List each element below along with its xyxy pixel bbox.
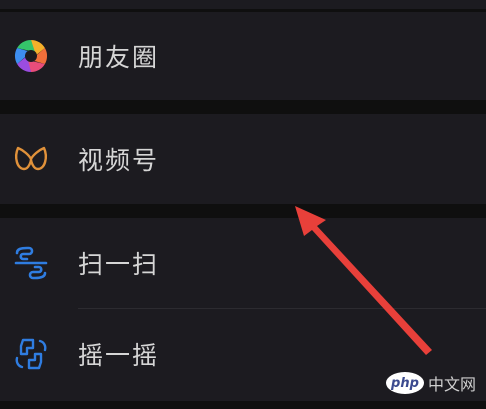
annotation-arrow <box>295 206 432 355</box>
watermark-logo: php <box>385 372 424 394</box>
watermark-text: 中文网 <box>427 375 476 394</box>
watermark: php 中文网 <box>385 371 476 395</box>
